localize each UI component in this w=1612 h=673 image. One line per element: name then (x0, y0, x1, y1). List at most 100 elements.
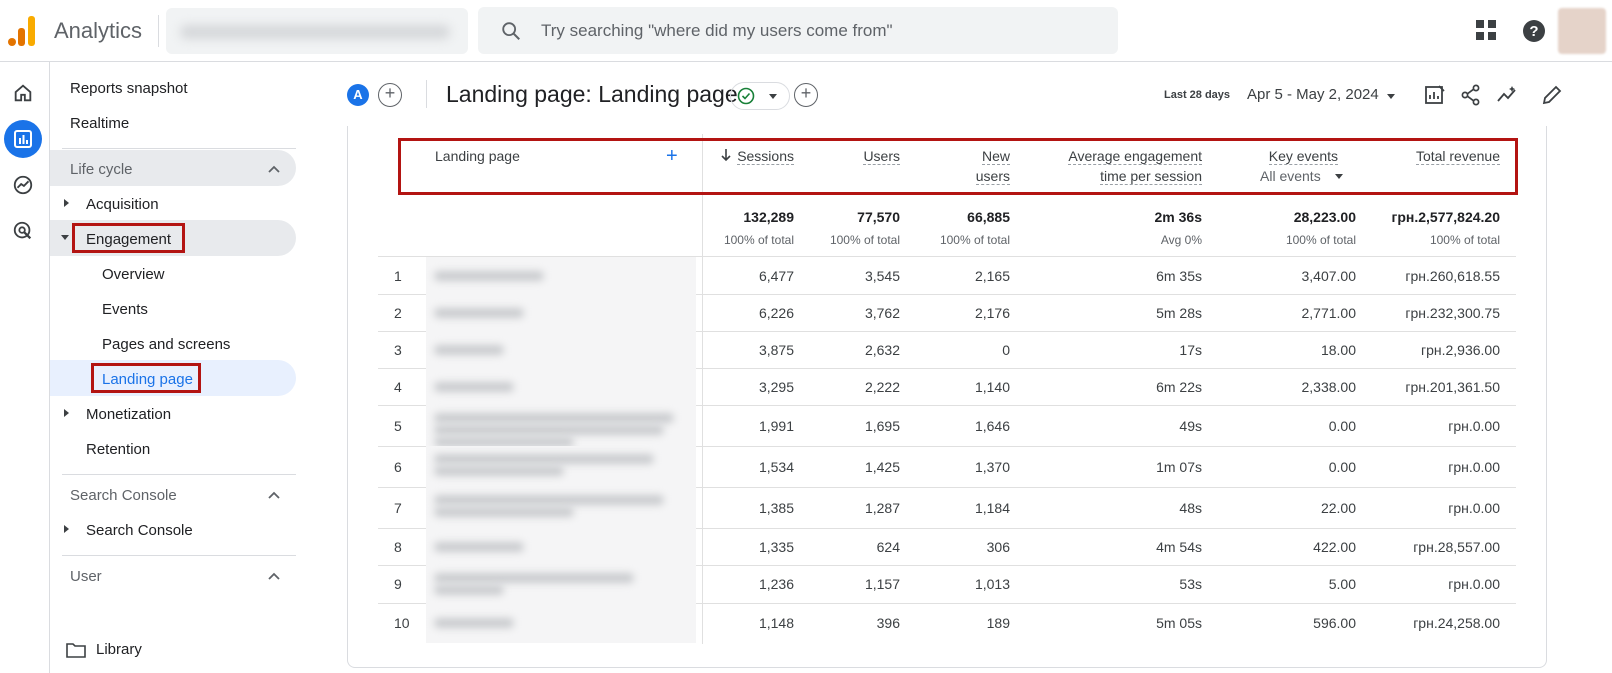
landing-page-cell-redacted[interactable] (426, 565, 696, 603)
landing-page-cell-redacted[interactable] (426, 405, 696, 447)
explore-icon (13, 175, 33, 195)
expand-arrow-icon[interactable] (64, 409, 69, 417)
cell-sessions: 6,477 (758, 268, 794, 284)
nav-divider (62, 148, 296, 149)
comparison-chip[interactable]: A (347, 84, 369, 106)
cell-key-events: 2,338.00 (1301, 379, 1357, 395)
edit-pencil-icon[interactable] (1541, 84, 1563, 106)
cell-key-events: 0.00 (1328, 418, 1356, 434)
cell-sessions: 1,236 (758, 576, 794, 592)
cell-revenue: грн.2,936.00 (1420, 342, 1500, 358)
cell-key-events: 5.00 (1328, 576, 1356, 592)
dropdown-arrow-icon (769, 94, 777, 99)
cell-users: 2,632 (864, 342, 900, 358)
home-button[interactable] (4, 74, 42, 112)
date-range-picker[interactable]: Apr 5 - May 2, 2024 (1247, 86, 1379, 103)
cell-sessions: 1,534 (758, 459, 794, 475)
cell-users: 1,695 (864, 418, 900, 434)
help-icon[interactable]: ? (1522, 19, 1546, 43)
nav-divider (62, 555, 296, 556)
total-users: 77,570 (857, 209, 900, 225)
cell-sessions: 6,226 (758, 305, 794, 321)
landing-page-cell-redacted[interactable] (426, 368, 696, 405)
landing-page-cell-redacted[interactable] (426, 257, 696, 294)
advertising-button[interactable] (4, 212, 42, 250)
total-new-users: 66,885 (967, 209, 1010, 225)
add-icon[interactable]: + (794, 83, 818, 107)
apps-grid-icon[interactable] (1476, 20, 1496, 40)
search-icon (502, 22, 520, 40)
cell-users: 1,425 (864, 459, 900, 475)
cell-aet: 5m 28s (1156, 305, 1202, 321)
expand-arrow-icon[interactable] (64, 525, 69, 533)
expand-arrow-icon[interactable] (64, 199, 69, 207)
row-number: 1 (394, 268, 402, 284)
cell-key-events: 3,407.00 (1301, 268, 1357, 284)
cell-aet: 5m 05s (1156, 615, 1202, 631)
cell-aet: 17s (1179, 342, 1202, 358)
nav-overview[interactable]: Overview (102, 266, 165, 283)
check-circle-icon (737, 87, 755, 105)
cell-key-events: 2,771.00 (1301, 305, 1357, 321)
customize-report-icon[interactable] (1424, 84, 1446, 106)
row-number: 10 (394, 615, 410, 631)
landing-page-cell-redacted[interactable] (426, 331, 696, 368)
search-input[interactable]: Try searching "where did my users come f… (541, 21, 893, 41)
share-icon[interactable] (1460, 84, 1482, 106)
cell-new-users: 1,370 (974, 459, 1010, 475)
landing-page-cell-redacted[interactable] (426, 528, 696, 565)
cell-new-users: 189 (986, 615, 1010, 631)
cell-aet: 6m 35s (1156, 268, 1202, 284)
row-number: 2 (394, 305, 402, 321)
app-title: Analytics (54, 18, 143, 43)
left-rail (0, 62, 50, 673)
nav-retention[interactable]: Retention (86, 441, 150, 458)
nav-acquisition[interactable]: Acquisition (86, 196, 159, 213)
analytics-logo-icon[interactable] (8, 14, 38, 46)
divider (158, 15, 159, 47)
cell-revenue: грн.260,618.55 (1405, 268, 1500, 284)
reports-button[interactable] (4, 120, 42, 158)
search-bar[interactable]: Try searching "where did my users come f… (478, 7, 1118, 54)
landing-page-cell-redacted[interactable] (426, 487, 696, 528)
cell-revenue: грн.201,361.50 (1405, 379, 1500, 395)
cell-key-events: 596.00 (1313, 615, 1356, 631)
cell-sessions: 1,991 (758, 418, 794, 434)
nav-events[interactable]: Events (102, 301, 148, 318)
collapse-arrow-icon[interactable] (61, 235, 69, 240)
cell-users: 1,157 (864, 576, 900, 592)
nav-pages-and-screens[interactable]: Pages and screens (102, 336, 230, 353)
nav-monetization[interactable]: Monetization (86, 406, 171, 423)
cell-new-users: 1,140 (974, 379, 1010, 395)
add-comparison-icon[interactable]: + (378, 83, 402, 107)
cell-revenue: грн.0.00 (1448, 576, 1500, 592)
cell-new-users: 1,184 (974, 500, 1010, 516)
chevron-up-icon[interactable] (268, 572, 280, 580)
highlight-box (91, 363, 201, 393)
nav-realtime[interactable]: Realtime (70, 115, 129, 132)
nav-reports-snapshot[interactable]: Reports snapshot (70, 80, 188, 97)
chevron-up-icon[interactable] (268, 165, 280, 173)
avatar[interactable] (1558, 8, 1606, 54)
report-status-dropdown[interactable] (730, 82, 790, 110)
advertising-icon (13, 221, 32, 240)
total-sessions: 132,289 (743, 209, 794, 225)
account-selector[interactable] (166, 8, 468, 54)
nav-search-console[interactable]: Search Console (86, 522, 193, 539)
highlight-box (398, 138, 1518, 195)
divider (426, 80, 427, 108)
section-user: User (70, 568, 102, 585)
total-key-events-sub: 100% of total (1285, 233, 1356, 247)
explore-button[interactable] (4, 166, 42, 204)
cell-sessions: 3,875 (758, 342, 794, 358)
landing-page-cell-redacted[interactable] (426, 446, 696, 487)
landing-page-cell-redacted[interactable] (426, 294, 696, 331)
total-sessions-sub: 100% of total (723, 233, 794, 247)
insights-icon[interactable] (1496, 84, 1518, 106)
cell-aet: 48s (1179, 500, 1202, 516)
nav-library[interactable]: Library (96, 641, 142, 658)
cell-revenue: грн.232,300.75 (1405, 305, 1500, 321)
chevron-up-icon[interactable] (268, 491, 280, 499)
date-dropdown-icon[interactable] (1387, 94, 1395, 99)
landing-page-cell-redacted[interactable] (426, 603, 696, 643)
